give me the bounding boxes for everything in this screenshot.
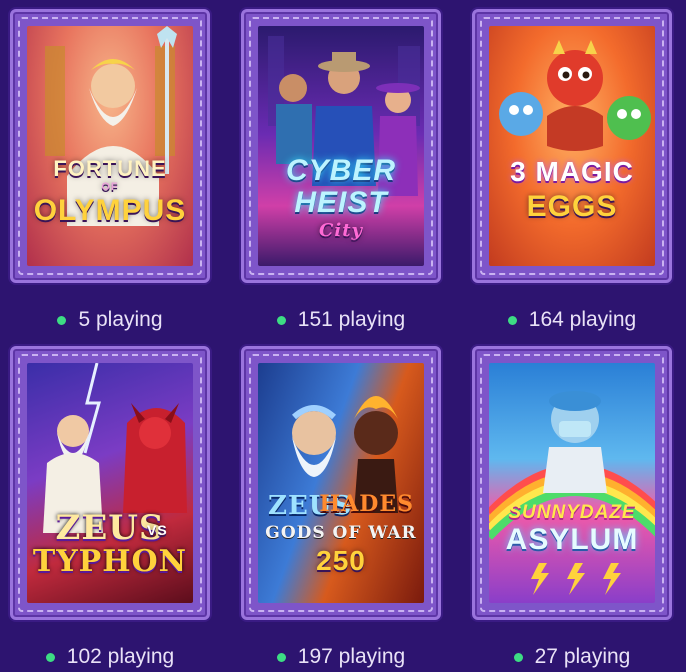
logo-line-2: EGGS <box>526 190 618 223</box>
player-count-label: 102 playing <box>66 645 175 668</box>
logo-line-1: CYBER <box>285 154 396 187</box>
player-count-label: 27 playing <box>534 645 631 668</box>
game-art-zeus-vs-hades[interactable]: ZEUS HADES GODS OF WAR 250 <box>258 363 424 603</box>
zeus-illustration <box>45 26 177 226</box>
player-count: 102 playing <box>10 642 210 672</box>
game-card-zeus-vs-typhon[interactable]: ZEUS VS TYPHON 102 playing <box>10 346 210 672</box>
game-card-3-magic-eggs[interactable]: 3 MAGIC EGGS 164 playing <box>472 9 672 335</box>
online-dot-icon <box>45 652 55 662</box>
player-count-label: 164 playing <box>528 308 637 331</box>
game-grid: FORTUNE OF OLYMPUS 5 playing CYBER HEIST… <box>0 0 686 671</box>
game-art-sunny-daze-asylum[interactable]: SUNNYDAZE ASYLUM <box>489 363 655 603</box>
logo-line-1: SUNNYDAZE <box>508 502 636 523</box>
game-art-3-magic-eggs[interactable]: 3 MAGIC EGGS <box>489 26 655 266</box>
game-thumbnail-frame[interactable]: ZEUS VS TYPHON <box>10 346 210 620</box>
logo-number: 250 <box>316 545 366 576</box>
logo-line-1: ZEUS <box>55 508 165 548</box>
online-dot-icon <box>276 315 286 325</box>
logo-line-2: GODS OF WAR <box>265 523 417 543</box>
online-dot-icon <box>57 315 67 325</box>
game-art-cyber-heist-city[interactable]: CYBER HEIST City <box>258 26 424 266</box>
player-count: 197 playing <box>241 642 441 672</box>
logo-small: VS <box>147 522 168 538</box>
game-card-fortune-of-olympus[interactable]: FORTUNE OF OLYMPUS 5 playing <box>10 9 210 335</box>
game-thumbnail-frame[interactable]: 3 MAGIC EGGS <box>472 9 672 283</box>
game-thumbnail-frame[interactable]: ZEUS HADES GODS OF WAR 250 <box>241 346 441 620</box>
player-count: 151 playing <box>241 305 441 335</box>
game-card-zeus-vs-hades[interactable]: ZEUS HADES GODS OF WAR 250 197 playing <box>241 346 441 672</box>
logo-line-1: 3 MAGIC <box>510 156 634 187</box>
player-count: 5 playing <box>10 305 210 335</box>
logo-small: City <box>319 220 363 241</box>
game-thumbnail-frame[interactable]: FORTUNE OF OLYMPUS <box>10 9 210 283</box>
player-count-label: 151 playing <box>297 308 406 331</box>
baby-dragons-illustration <box>499 40 651 151</box>
logo-line-2: TYPHON <box>32 544 188 579</box>
player-count: 164 playing <box>472 305 672 335</box>
game-card-sunny-daze-asylum[interactable]: SUNNYDAZE ASYLUM 27 playing <box>472 346 672 672</box>
game-card-cyber-heist-city[interactable]: CYBER HEIST City 151 playing <box>241 9 441 335</box>
logo-line-2: HEIST <box>294 186 388 219</box>
game-thumbnail-frame[interactable]: CYBER HEIST City <box>241 9 441 283</box>
logo-small: HADES <box>319 491 414 517</box>
online-dot-icon <box>507 315 517 325</box>
online-dot-icon <box>276 652 286 662</box>
player-count: 27 playing <box>472 642 672 672</box>
logo-line-1: FORTUNE <box>53 156 167 181</box>
logo-line-2: OLYMPUS <box>33 194 187 227</box>
game-thumbnail-frame[interactable]: SUNNYDAZE ASYLUM <box>472 346 672 620</box>
player-count-label: 5 playing <box>78 308 163 331</box>
game-art-zeus-vs-typhon[interactable]: ZEUS VS TYPHON <box>27 363 193 603</box>
logo-line-2: ASYLUM <box>505 523 639 556</box>
logo-small: OF <box>101 181 119 193</box>
lightning-bolts-icon <box>531 563 621 595</box>
online-dot-icon <box>513 652 523 662</box>
game-art-fortune-of-olympus[interactable]: FORTUNE OF OLYMPUS <box>27 26 193 266</box>
player-count-label: 197 playing <box>297 645 406 668</box>
